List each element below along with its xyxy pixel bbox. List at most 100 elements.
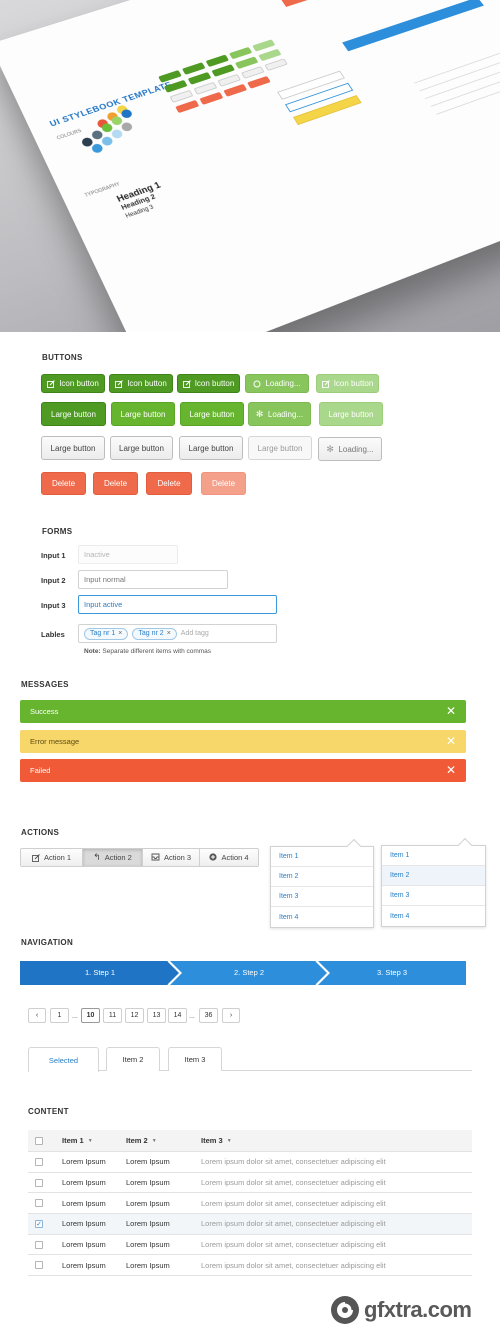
large-button-green-2[interactable]: Large button xyxy=(111,402,175,426)
note-text: Separate different items with commas xyxy=(102,648,212,655)
large-button-white-2[interactable]: Large button xyxy=(110,436,173,460)
large-button-white-1[interactable]: Large button xyxy=(41,436,105,460)
tab-item-2[interactable]: Item 2 xyxy=(106,1047,160,1071)
row-checkbox[interactable] xyxy=(35,1240,43,1249)
column-header-3[interactable]: Item 3 ▼ xyxy=(201,1130,232,1151)
row-select-cell xyxy=(35,1235,43,1255)
messages-heading: MESSAGES xyxy=(21,680,69,689)
table-cell: Lorem Ipsum xyxy=(62,1173,106,1193)
tab-item-3[interactable]: Item 3 xyxy=(168,1047,222,1071)
delete-button-3[interactable]: Delete xyxy=(146,472,192,495)
dropdown-item[interactable]: Item 2 xyxy=(271,867,373,887)
input1-value: Inactive xyxy=(84,550,110,559)
sort-caret-icon: ▼ xyxy=(151,1137,157,1144)
tag-chip[interactable]: Tag nr 1 × xyxy=(84,627,129,640)
cell-text: Lorem Ipsum xyxy=(62,1219,106,1229)
large-button-white-disabled[interactable]: Large button xyxy=(248,436,312,460)
edit-icon xyxy=(47,379,56,388)
loading-label: Loading... xyxy=(265,379,301,388)
select-all-checkbox[interactable] xyxy=(35,1136,43,1145)
icon-button-2[interactable]: Icon button xyxy=(109,374,173,393)
action-4-button[interactable]: Action 4 xyxy=(200,849,258,866)
icon-button-disabled[interactable]: Icon button xyxy=(316,374,379,393)
tag-input-placeholder: Add tagg xyxy=(180,630,209,637)
loading-label: Loading... xyxy=(267,409,304,419)
table-cell: Lorem Ipsum xyxy=(126,1255,170,1275)
icon-button-3[interactable]: Icon button xyxy=(177,374,240,393)
note-bold: Note: xyxy=(84,648,101,655)
input3-field[interactable]: Input active xyxy=(78,595,277,614)
action-3-button[interactable]: Action 3 xyxy=(143,849,200,866)
cell-text: Lorem Ipsum xyxy=(62,1198,106,1208)
tag-chip[interactable]: Tag nr 2 × xyxy=(132,627,177,640)
mockup-mini-button xyxy=(223,83,248,97)
dropdown-item-highlighted[interactable]: Item 2 xyxy=(382,866,485,886)
cell-text: Lorem ipsum dolor sit amet, consectetuer… xyxy=(201,1260,386,1270)
page-button[interactable]: 36 xyxy=(199,1008,218,1023)
dropdown-menu-2: Item 1 Item 2 Item 3 Item 4 xyxy=(381,837,486,927)
dropdown-item[interactable]: Item 1 xyxy=(382,846,485,866)
row-checkbox[interactable] xyxy=(35,1178,43,1187)
dropdown-item-label: Item 4 xyxy=(279,913,299,921)
dropdown-item-label: Item 1 xyxy=(390,852,410,859)
delete-button-disabled[interactable]: Delete xyxy=(201,472,246,495)
input1-field[interactable]: Inactive xyxy=(78,545,178,564)
tab-selected[interactable]: Selected xyxy=(28,1047,99,1072)
large-button-green-3[interactable]: Large button xyxy=(180,402,244,426)
icon-button-1[interactable]: Icon button xyxy=(41,374,105,393)
dropdown-item[interactable]: Item 3 xyxy=(271,887,373,907)
row-checkbox[interactable] xyxy=(35,1199,43,1208)
page-button[interactable]: 13 xyxy=(147,1008,166,1023)
table-row[interactable]: Lorem Ipsum Lorem Ipsum Lorem ipsum dolor … xyxy=(28,1152,472,1173)
action-label: Action 1 xyxy=(43,853,72,862)
row-checkbox[interactable] xyxy=(35,1261,43,1270)
edit-icon xyxy=(115,379,124,388)
dropdown-item[interactable]: Item 3 xyxy=(382,886,485,906)
input2-field[interactable]: Input normal xyxy=(78,570,228,589)
page-button[interactable]: 14 xyxy=(168,1008,187,1023)
cell-text: Lorem Ipsum xyxy=(126,1178,170,1188)
dropdown-item[interactable]: Item 4 xyxy=(271,907,373,927)
large-button-green-disabled[interactable]: Large button xyxy=(319,402,383,426)
column-header-1[interactable]: Item 1 ▼ xyxy=(62,1130,93,1151)
loading-button-green[interactable]: ✻ Loading... xyxy=(248,402,311,426)
colour-swatch xyxy=(119,108,134,120)
dropdown-item[interactable]: Item 1 xyxy=(271,847,373,867)
close-icon[interactable]: ✕ xyxy=(446,734,456,748)
page-button-current[interactable]: 10 xyxy=(81,1008,100,1023)
pagination-prev-button[interactable]: ‹ xyxy=(28,1008,46,1023)
action-1-button[interactable]: Action 1 xyxy=(21,849,83,866)
cell-text: Lorem Ipsum xyxy=(126,1260,170,1270)
delete-button-1[interactable]: Delete xyxy=(41,472,86,495)
close-icon[interactable]: ✕ xyxy=(446,704,456,718)
delete-button-2[interactable]: Delete xyxy=(93,472,138,495)
tab-label: Item 3 xyxy=(184,1055,206,1064)
tags-field[interactable]: Tag nr 1 × Tag nr 2 × Add tagg xyxy=(78,624,277,643)
loading-button-white[interactable]: ✻ Loading... xyxy=(318,437,382,461)
page-number: 13 xyxy=(152,1012,161,1019)
table-row[interactable]: Lorem Ipsum Lorem Ipsum Lorem ipsum dolor … xyxy=(28,1255,472,1277)
column-header-2[interactable]: Item 2 ▼ xyxy=(126,1130,157,1151)
table-row[interactable]: ✓ Lorem Ipsum Lorem Ipsum Lorem ipsum dolor… xyxy=(28,1214,472,1235)
table-cell: Lorem Ipsum xyxy=(126,1193,170,1213)
reply-icon: ↰ xyxy=(93,852,101,862)
action-2-button[interactable]: ↰ Action 2 xyxy=(83,849,143,866)
page-button[interactable]: 12 xyxy=(125,1008,144,1023)
remove-tag-icon[interactable]: × xyxy=(118,630,122,637)
page-button[interactable]: 11 xyxy=(103,1008,122,1023)
row-checkbox[interactable]: ✓ xyxy=(35,1219,43,1228)
table-row[interactable]: Lorem Ipsum Lorem Ipsum Lorem ipsum dolor … xyxy=(28,1193,472,1215)
page-button[interactable]: 1 xyxy=(50,1008,69,1023)
table-row[interactable]: Lorem Ipsum Lorem Ipsum Lorem ipsum dolor … xyxy=(28,1173,472,1194)
pagination-next-button[interactable]: › xyxy=(222,1008,240,1023)
dropdown-item-label: Item 2 xyxy=(279,873,299,880)
large-button-green-1[interactable]: Large button xyxy=(41,402,106,426)
remove-tag-icon[interactable]: × xyxy=(167,630,171,637)
dropdown-item[interactable]: Item 4 xyxy=(382,906,485,926)
table-row[interactable]: Lorem Ipsum Lorem Ipsum Lorem ipsum dolor … xyxy=(28,1235,472,1256)
loading-button-small[interactable]: Loading... xyxy=(245,374,309,393)
large-button-white-3[interactable]: Large button xyxy=(179,436,243,460)
action-label: Action 3 xyxy=(163,853,192,862)
close-icon[interactable]: ✕ xyxy=(446,763,456,777)
row-checkbox[interactable] xyxy=(35,1157,43,1166)
